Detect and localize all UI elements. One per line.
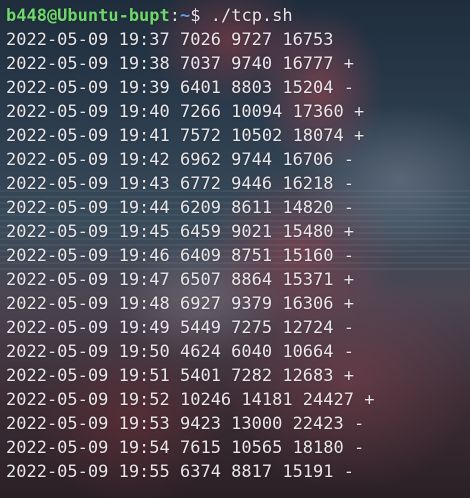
prompt-path: ~ <box>180 6 191 26</box>
output-line: 2022-05-09 19:53 9423 13000 22423 - <box>6 414 365 434</box>
prompt-separator: : <box>169 6 181 26</box>
prompt-user-host: b448@Ubuntu-bupt <box>6 6 170 26</box>
output-line: 2022-05-09 19:42 6962 9744 16706 - <box>6 150 354 170</box>
output-line: 2022-05-09 19:51 5401 7282 12683 + <box>6 366 354 386</box>
output-line: 2022-05-09 19:40 7266 10094 17360 + <box>6 102 365 122</box>
output-line: 2022-05-09 19:49 5449 7275 12724 - <box>6 318 354 338</box>
output-line: 2022-05-09 19:48 6927 9379 16306 + <box>6 294 354 314</box>
output-line: 2022-05-09 19:38 7037 9740 16777 + <box>6 54 354 74</box>
output-line: 2022-05-09 19:37 7026 9727 16753 <box>6 30 334 50</box>
terminal-output: b448@Ubuntu-bupt:~$ ./tcp.sh 2022-05-09 … <box>6 4 374 484</box>
terminal-window[interactable]: b448@Ubuntu-bupt:~$ ./tcp.sh 2022-05-09 … <box>0 0 470 498</box>
output-line: 2022-05-09 19:47 6507 8864 15371 + <box>6 270 354 290</box>
output-line: 2022-05-09 19:54 7615 10565 18180 - <box>6 438 365 458</box>
prompt-command: ./tcp.sh <box>210 6 293 26</box>
output-line: 2022-05-09 19:46 6409 8751 15160 - <box>6 246 354 266</box>
output-line: 2022-05-09 19:45 6459 9021 15480 + <box>6 222 354 242</box>
output-line: 2022-05-09 19:44 6209 8611 14820 - <box>6 198 354 218</box>
output-line: 2022-05-09 19:43 6772 9446 16218 - <box>6 174 354 194</box>
output-line: 2022-05-09 19:55 6374 8817 15191 - <box>6 462 354 482</box>
prompt-symbol: $ <box>190 6 211 26</box>
output-line: 2022-05-09 19:39 6401 8803 15204 - <box>6 78 354 98</box>
output-line: 2022-05-09 19:52 10246 14181 24427 + <box>6 390 375 410</box>
command-prompt-line: b448@Ubuntu-bupt:~$ ./tcp.sh <box>6 4 374 28</box>
output-line: 2022-05-09 19:41 7572 10502 18074 + <box>6 126 365 146</box>
output-line: 2022-05-09 19:50 4624 6040 10664 - <box>6 342 354 362</box>
